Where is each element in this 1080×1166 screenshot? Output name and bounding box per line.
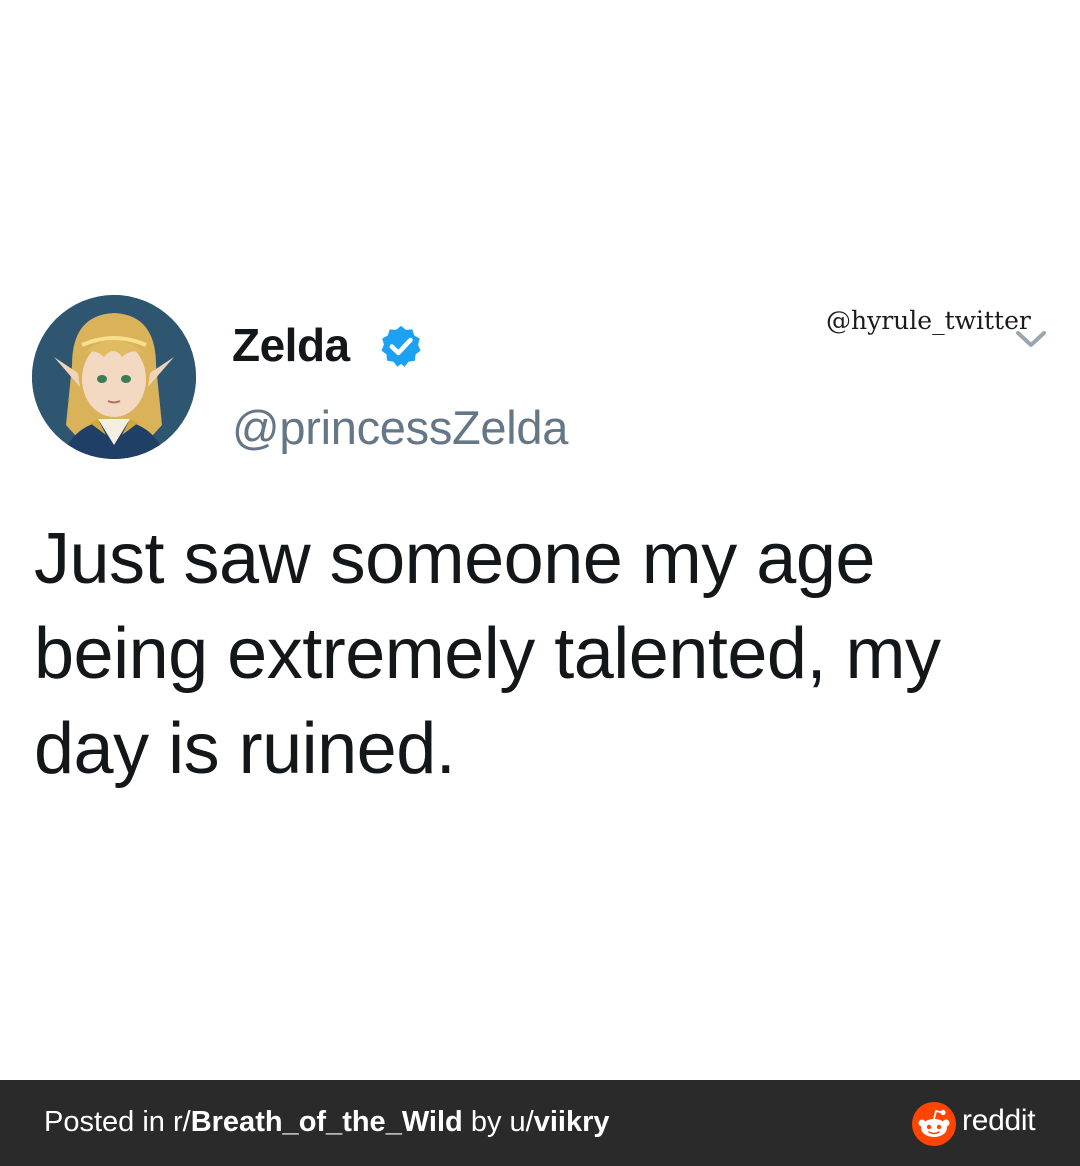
avatar[interactable] xyxy=(32,295,196,459)
user-prefix: u/ xyxy=(509,1106,534,1138)
user-handle[interactable]: @princessZelda xyxy=(232,400,568,455)
subreddit-prefix: r/ xyxy=(172,1106,191,1138)
reddit-footer: Posted in r/Breath_of_the_Wild by u/viik… xyxy=(0,1080,1080,1166)
tweet-text: Just saw someone my age being extremely … xyxy=(34,519,941,789)
post-attribution: Posted in r/Breath_of_the_Wild by u/viik… xyxy=(44,1106,610,1139)
display-name[interactable]: Zelda xyxy=(232,318,350,372)
username-link[interactable]: viikry xyxy=(534,1106,610,1138)
by-label: by xyxy=(462,1106,510,1138)
posted-in-label: Posted in xyxy=(44,1106,173,1138)
watermark: @hyrule_twitter xyxy=(826,306,1031,335)
avatar-portrait-icon xyxy=(32,295,196,459)
reddit-wordmark: reddit xyxy=(962,1104,1036,1137)
reddit-alien-icon xyxy=(912,1102,956,1146)
verified-badge-icon xyxy=(381,325,421,367)
tweet-card: Zelda @princessZelda @hyrule_twitter Jus… xyxy=(0,0,1080,1080)
subreddit-link[interactable]: Breath_of_the_Wild xyxy=(191,1106,463,1138)
chevron-down-icon[interactable] xyxy=(1014,328,1048,350)
